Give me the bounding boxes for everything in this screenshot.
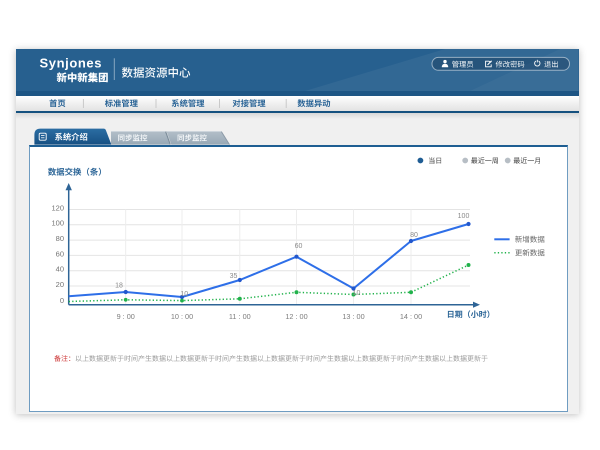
svg-text:120: 120 <box>51 203 64 212</box>
svg-text:11 : 00: 11 : 00 <box>229 312 251 321</box>
svg-text:Synjones: Synjones <box>40 55 103 70</box>
svg-text:9 : 00: 9 : 00 <box>117 312 135 321</box>
svg-text:14 : 00: 14 : 00 <box>400 312 422 321</box>
svg-text:18: 18 <box>115 283 123 290</box>
svg-text:80: 80 <box>56 234 64 243</box>
svg-text:20: 20 <box>56 280 64 289</box>
svg-text:35: 35 <box>230 273 238 280</box>
svg-text:100: 100 <box>458 213 470 220</box>
svg-text:10 : 00: 10 : 00 <box>171 312 193 321</box>
svg-text:80: 80 <box>410 232 418 239</box>
svg-text:60: 60 <box>56 249 64 258</box>
svg-text:40: 40 <box>56 265 64 274</box>
svg-text:100: 100 <box>51 219 64 228</box>
svg-text:0: 0 <box>60 296 64 305</box>
svg-text:13 : 00: 13 : 00 <box>342 312 364 321</box>
svg-text:10: 10 <box>180 291 188 298</box>
svg-text:60: 60 <box>295 243 303 250</box>
svg-text:12 : 00: 12 : 00 <box>285 312 307 321</box>
svg-text:10: 10 <box>353 290 361 297</box>
